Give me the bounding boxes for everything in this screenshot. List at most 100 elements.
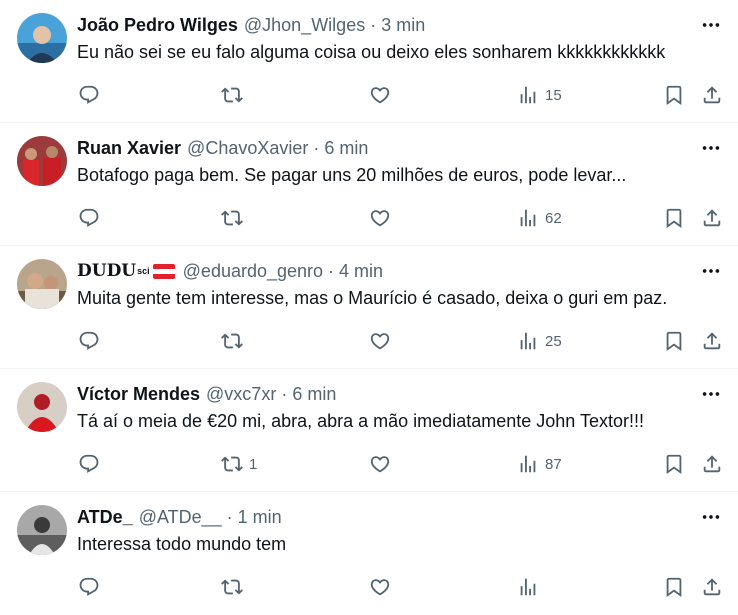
- like-button[interactable]: [369, 572, 397, 602]
- like-button[interactable]: [369, 449, 397, 479]
- timestamp[interactable]: 6 min: [324, 138, 368, 159]
- retweet-count: 1: [249, 455, 258, 473]
- share-icon: [701, 576, 723, 598]
- share-icon: [701, 84, 723, 106]
- tweet-text: Tá aí o meia de €20 mi, abra, abra a mão…: [77, 411, 644, 431]
- like-button[interactable]: [369, 80, 397, 110]
- timestamp[interactable]: 3 min: [381, 15, 425, 36]
- reply-feed: João Pedro Wilges @Jhon_Wilges · 3 min E…: [0, 0, 738, 615]
- avatar[interactable]: [17, 259, 67, 309]
- tweet-text: Eu não sei se eu falo alguma coisa ou de…: [77, 42, 666, 62]
- reply-button[interactable]: [78, 572, 106, 602]
- separator-dot: ·: [226, 506, 233, 527]
- more-horizontal-icon: [700, 14, 722, 36]
- heart-icon: [369, 576, 391, 598]
- share-button[interactable]: [701, 203, 723, 233]
- share-icon: [701, 207, 723, 229]
- views-button[interactable]: 25: [517, 326, 562, 356]
- separator-dot: ·: [328, 260, 335, 281]
- views-chart-icon: [517, 576, 539, 598]
- avatar[interactable]: [17, 505, 67, 555]
- views-button[interactable]: 62: [517, 203, 562, 233]
- view-count: 62: [545, 209, 562, 227]
- reply-button[interactable]: [78, 326, 106, 356]
- more-options-button[interactable]: [700, 260, 722, 282]
- tweet[interactable]: ATDe_ @ATDe__ · 1 min Interessa todo mun…: [0, 492, 738, 615]
- bookmark-button[interactable]: [663, 449, 685, 479]
- more-options-button[interactable]: [700, 137, 722, 159]
- timestamp[interactable]: 1 min: [238, 507, 282, 528]
- heart-icon: [369, 453, 391, 475]
- more-horizontal-icon: [700, 383, 722, 405]
- user-handle[interactable]: @vxc7xr: [206, 384, 276, 405]
- reply-button[interactable]: [78, 80, 106, 110]
- more-options-button[interactable]: [700, 506, 722, 528]
- tweet[interactable]: Ruan Xavier @ChavoXavier · 6 min Botafog…: [0, 123, 738, 246]
- reply-icon: [78, 453, 100, 475]
- timestamp[interactable]: 6 min: [292, 384, 336, 405]
- display-name[interactable]: Víctor Mendes: [77, 384, 200, 405]
- like-button[interactable]: [369, 326, 397, 356]
- retweet-icon: [221, 330, 243, 352]
- timestamp[interactable]: 4 min: [339, 261, 383, 282]
- views-chart-icon: [517, 207, 539, 229]
- user-handle[interactable]: @eduardo_genro: [183, 261, 323, 282]
- action-bar: 1 87: [77, 449, 726, 479]
- tweet-header: DUDU sci @eduardo_genro · 4 min: [77, 259, 383, 283]
- reply-icon: [78, 576, 100, 598]
- user-handle[interactable]: @Jhon_Wilges: [244, 15, 365, 36]
- bookmark-icon: [663, 330, 685, 352]
- heart-icon: [369, 84, 391, 106]
- share-button[interactable]: [701, 326, 723, 356]
- views-button[interactable]: [517, 572, 545, 602]
- retweet-icon: [221, 453, 243, 475]
- action-bar: 15: [77, 80, 726, 110]
- tweet[interactable]: Víctor Mendes @vxc7xr · 6 min Tá aí o me…: [0, 369, 738, 492]
- reply-icon: [78, 207, 100, 229]
- more-horizontal-icon: [700, 137, 722, 159]
- like-button[interactable]: [369, 203, 397, 233]
- bookmark-icon: [663, 84, 685, 106]
- bookmark-button[interactable]: [663, 572, 685, 602]
- more-horizontal-icon: [700, 260, 722, 282]
- tweet[interactable]: DUDU sci @eduardo_genro · 4 min Muita gen…: [0, 246, 738, 369]
- heart-icon: [369, 207, 391, 229]
- views-button[interactable]: 15: [517, 80, 562, 110]
- display-name[interactable]: João Pedro Wilges: [77, 15, 238, 36]
- more-options-button[interactable]: [700, 383, 722, 405]
- retweet-button[interactable]: 1: [221, 449, 257, 479]
- retweet-button[interactable]: [221, 572, 249, 602]
- avatar[interactable]: [17, 13, 67, 63]
- share-button[interactable]: [701, 572, 723, 602]
- retweet-button[interactable]: [221, 80, 249, 110]
- avatar[interactable]: [17, 136, 67, 186]
- user-handle[interactable]: @ChavoXavier: [187, 138, 308, 159]
- action-bar: 25: [77, 326, 726, 356]
- display-name[interactable]: Ruan Xavier: [77, 138, 181, 159]
- bookmark-button[interactable]: [663, 80, 685, 110]
- views-button[interactable]: 87: [517, 449, 562, 479]
- reply-button[interactable]: [78, 449, 106, 479]
- reply-icon: [78, 84, 100, 106]
- bookmark-button[interactable]: [663, 326, 685, 356]
- tweet-text: Interessa todo mundo tem: [77, 534, 287, 554]
- action-bar: [77, 572, 726, 602]
- reply-button[interactable]: [78, 203, 106, 233]
- retweet-icon: [221, 84, 243, 106]
- separator-dot: ·: [370, 14, 377, 35]
- retweet-button[interactable]: [221, 326, 249, 356]
- share-button[interactable]: [701, 80, 723, 110]
- user-handle[interactable]: @ATDe__: [139, 507, 222, 528]
- share-button[interactable]: [701, 449, 723, 479]
- retweet-button[interactable]: [221, 203, 249, 233]
- avatar[interactable]: [17, 382, 67, 432]
- display-name[interactable]: DUDU: [77, 261, 136, 281]
- view-count: 87: [545, 455, 562, 473]
- separator-dot: ·: [281, 383, 288, 404]
- tweet[interactable]: João Pedro Wilges @Jhon_Wilges · 3 min E…: [0, 0, 738, 123]
- display-name[interactable]: ATDe_: [77, 507, 133, 528]
- bookmark-button[interactable]: [663, 203, 685, 233]
- views-chart-icon: [517, 330, 539, 352]
- reply-icon: [78, 330, 100, 352]
- more-options-button[interactable]: [700, 14, 722, 36]
